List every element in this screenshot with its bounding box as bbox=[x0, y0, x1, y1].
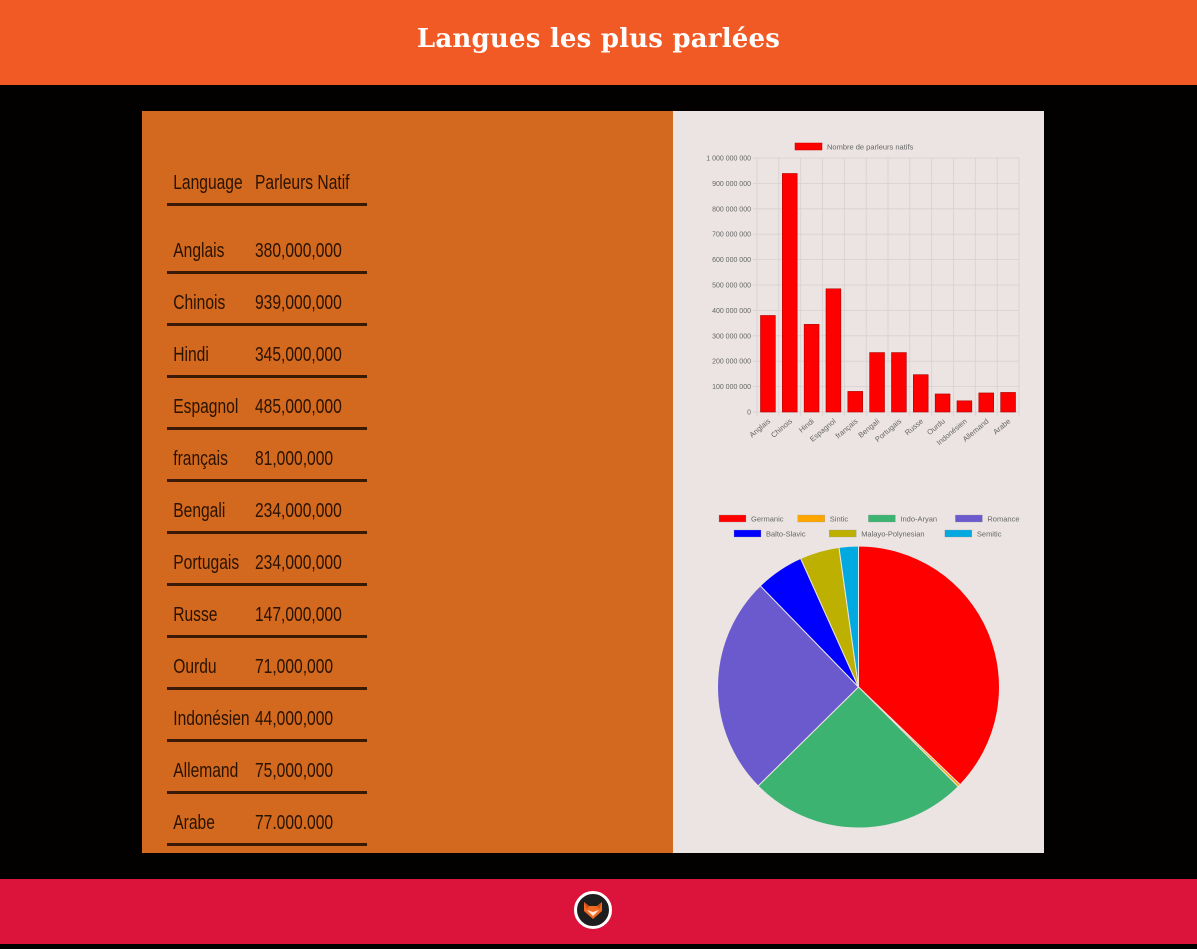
language-cell: Bengali bbox=[173, 500, 226, 522]
legend-label: Balto-Slavic bbox=[766, 530, 806, 539]
legend-label: Malayo-Polynesian bbox=[861, 530, 924, 539]
bar bbox=[956, 400, 973, 413]
language-cell: Chinois bbox=[173, 292, 226, 314]
speakers-cell: 147,000,000 bbox=[255, 604, 342, 626]
language-cell: Allemand bbox=[173, 760, 239, 782]
table-spacer bbox=[167, 206, 367, 222]
legend-label: Indo-Aryan bbox=[900, 515, 937, 524]
legend-label: Germanic bbox=[751, 515, 784, 524]
language-cell: Espagnol bbox=[173, 396, 239, 418]
speakers-cell: 234,000,000 bbox=[255, 552, 342, 574]
table-row: Chinois 939,000,000 bbox=[167, 274, 367, 326]
bar bbox=[869, 352, 885, 413]
page-footer bbox=[0, 879, 1197, 944]
x-tick-label: Anglais bbox=[748, 416, 773, 439]
bar bbox=[847, 391, 863, 413]
fox-icon bbox=[584, 902, 602, 919]
language-cell: Ourdu bbox=[173, 656, 217, 678]
y-tick-label: 300 000 000 bbox=[712, 333, 751, 340]
bar bbox=[803, 324, 820, 413]
legend-label: Romance bbox=[987, 515, 1019, 524]
bar bbox=[782, 173, 798, 413]
speakers-cell: 345,000,000 bbox=[255, 344, 342, 366]
legend-swatch bbox=[718, 514, 747, 523]
y-tick-label: 100 000 000 bbox=[712, 384, 751, 391]
legend-label: Nombre de parleurs natifs bbox=[827, 143, 914, 152]
column-header-speakers: Parleurs Natif bbox=[255, 172, 350, 194]
bar bbox=[825, 288, 842, 413]
charts-panel: Nombre de parleurs natifs 0 100 000 000 200… bbox=[673, 111, 1044, 853]
pie-chart: Germanic Sintic Indo-Aryan Romance Balto-Sla… bbox=[717, 514, 1020, 829]
y-tick-label: 500 000 000 bbox=[712, 283, 751, 290]
bar-chart: Nombre de parleurs natifs 0 100 000 000 200… bbox=[706, 142, 1020, 447]
y-tick-label: 800 000 000 bbox=[712, 206, 751, 213]
language-cell: Hindi bbox=[173, 344, 209, 366]
page-title: Langues les plus parlées bbox=[416, 23, 781, 54]
speakers-cell: 44,000,000 bbox=[255, 708, 334, 730]
language-cell: Russe bbox=[173, 604, 218, 626]
legend-swatch bbox=[944, 529, 973, 538]
table-row: Arabe 77.000.000 bbox=[167, 794, 367, 846]
speakers-cell: 81,000,000 bbox=[255, 448, 334, 470]
bar bbox=[760, 315, 776, 413]
table-row: Russe 147,000,000 bbox=[167, 586, 367, 638]
speakers-cell: 380,000,000 bbox=[255, 240, 342, 262]
legend-swatch bbox=[733, 529, 762, 538]
x-tick-label: Chinois bbox=[769, 416, 794, 439]
table-row: Allemand 75,000,000 bbox=[167, 742, 367, 794]
bar bbox=[891, 352, 907, 413]
table-row: Indonésien 44,000,000 bbox=[167, 690, 367, 742]
x-tick-label: Arabe bbox=[991, 417, 1012, 437]
table-row: Portugais 234,000,000 bbox=[167, 534, 367, 586]
legend-swatch bbox=[797, 514, 825, 523]
bar bbox=[934, 393, 951, 413]
bar bbox=[913, 374, 929, 413]
language-cell: français bbox=[173, 448, 228, 470]
speakers-cell: 75,000,000 bbox=[255, 760, 334, 782]
table-header-row: Language Parleurs Natif bbox=[167, 163, 367, 206]
x-tick-label: français bbox=[834, 416, 860, 440]
page-header: Langues les plus parlées bbox=[0, 0, 1197, 85]
language-cell: Anglais bbox=[173, 240, 225, 262]
language-cell: Arabe bbox=[173, 812, 215, 834]
y-tick-label: 400 000 000 bbox=[712, 308, 751, 315]
legend-label: Semitic bbox=[977, 530, 1002, 539]
speakers-cell: 485,000,000 bbox=[255, 396, 342, 418]
y-tick-label: 700 000 000 bbox=[712, 232, 751, 239]
languages-table-panel: Language Parleurs Natif Anglais 380,000,0… bbox=[142, 111, 673, 853]
column-header-language: Language bbox=[173, 172, 243, 194]
table-row: Anglais 380,000,000 bbox=[167, 222, 367, 274]
bar bbox=[1000, 392, 1016, 413]
y-tick-label: 1 000 000 000 bbox=[706, 156, 751, 163]
bar bbox=[978, 392, 994, 413]
y-tick-label: 600 000 000 bbox=[712, 257, 751, 264]
language-cell: Portugais bbox=[173, 552, 240, 574]
table-row: français 81,000,000 bbox=[167, 430, 367, 482]
table-row: Espagnol 485,000,000 bbox=[167, 378, 367, 430]
table-row: Ourdu 71,000,000 bbox=[167, 638, 367, 690]
fox-logo-icon[interactable] bbox=[574, 891, 612, 929]
speakers-cell: 939,000,000 bbox=[255, 292, 342, 314]
language-cell: Indonésien bbox=[173, 708, 250, 730]
legend-swatch bbox=[794, 142, 823, 151]
legend-swatch bbox=[868, 514, 896, 523]
speakers-cell: 234,000,000 bbox=[255, 500, 342, 522]
table-row: Hindi 345,000,000 bbox=[167, 326, 367, 378]
y-tick-label: 0 bbox=[747, 410, 751, 417]
table-row: Bengali 234,000,000 bbox=[167, 482, 367, 534]
x-tick-label: Russe bbox=[903, 417, 925, 438]
speakers-cell: 71,000,000 bbox=[255, 656, 334, 678]
speakers-cell: 77.000.000 bbox=[255, 812, 334, 834]
legend-label: Sintic bbox=[830, 515, 849, 524]
y-tick-label: 900 000 000 bbox=[712, 181, 751, 188]
legend-swatch bbox=[955, 514, 983, 523]
languages-table: Language Parleurs Natif Anglais 380,000,0… bbox=[167, 163, 367, 846]
legend-swatch bbox=[829, 529, 857, 538]
y-tick-label: 200 000 000 bbox=[712, 359, 751, 366]
